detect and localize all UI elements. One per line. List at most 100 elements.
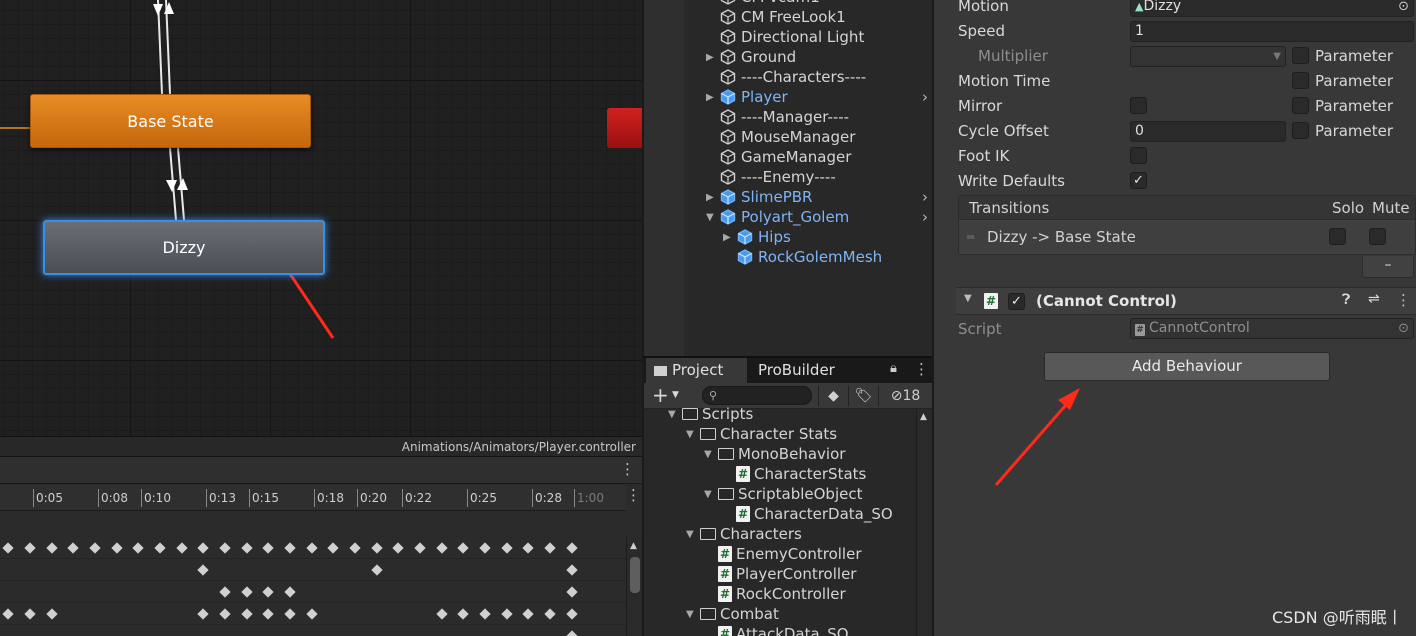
hierarchy-item[interactable]: ----Manager---- <box>706 107 928 127</box>
project-tree-item[interactable]: ▼ ScriptableObject <box>704 484 862 504</box>
keyframe-track[interactable] <box>0 603 626 625</box>
keyframe-diamond[interactable] <box>436 608 448 620</box>
hierarchy-item[interactable]: GameManager <box>706 147 928 167</box>
keyframe-diamond[interactable] <box>544 608 556 620</box>
foldout-arrow-icon[interactable]: ▼ <box>686 429 700 440</box>
keyframe-diamond[interactable] <box>241 586 253 598</box>
keyframe-diamond[interactable] <box>197 564 209 576</box>
filter-by-label-icon[interactable]: 🏷︎ <box>848 386 878 406</box>
hierarchy-item[interactable]: MouseManager <box>706 127 928 147</box>
hierarchy-item[interactable]: ▶ SlimePBR › <box>706 187 928 207</box>
project-tree-item[interactable]: ▼ Combat <box>686 604 779 624</box>
project-tree-item[interactable]: ▼ Character Stats <box>686 424 837 444</box>
foldout-arrow-icon[interactable]: ▼ <box>704 489 718 500</box>
project-tree-item[interactable]: ▼ Characters <box>686 524 802 544</box>
hierarchy-item[interactable]: RockGolemMesh <box>723 247 928 267</box>
filter-by-type-icon[interactable]: ◆ <box>818 386 848 406</box>
keyframe-track[interactable] <box>0 581 626 603</box>
hierarchy-item[interactable]: Directional Light <box>706 27 928 47</box>
hierarchy-item[interactable]: ▶ Ground <box>706 47 928 67</box>
keyframe-diamond[interactable] <box>24 542 36 554</box>
foldout-arrow-icon[interactable]: ▶ <box>706 52 720 63</box>
project-options-icon[interactable]: ⋮ <box>914 360 929 378</box>
project-tree-item[interactable]: ▼ MonoBehavior <box>704 444 845 464</box>
keyframe-diamond[interactable] <box>111 542 123 554</box>
keyframe-diamond[interactable] <box>67 542 79 554</box>
keyframe-diamond[interactable] <box>262 586 274 598</box>
project-search-input[interactable]: ⚲ <box>702 386 812 405</box>
foldout-arrow-icon[interactable]: ▼ <box>686 529 700 540</box>
keyframe-diamond[interactable] <box>262 542 274 554</box>
keyframe-diamond[interactable] <box>306 542 318 554</box>
keyframe-diamond[interactable] <box>197 608 209 620</box>
project-tree-item[interactable]: # AttackData_SO <box>704 624 849 636</box>
project-tree-item[interactable]: ▼ Scripts <box>668 404 753 424</box>
foldout-arrow-icon[interactable]: ▶ <box>723 232 737 243</box>
hierarchy-item[interactable]: ▶ Player › <box>706 87 928 107</box>
lock-icon[interactable]: 🔒︎ <box>890 361 897 376</box>
keyframe-diamond[interactable] <box>414 542 426 554</box>
keyframe-track[interactable] <box>0 625 626 636</box>
keyframe-diamond[interactable] <box>306 608 318 620</box>
foldout-arrow-icon[interactable]: ▼ <box>704 449 718 460</box>
keyframe-track[interactable] <box>0 559 626 581</box>
keyframe-diamond[interactable] <box>457 542 469 554</box>
keyframe-diamond[interactable] <box>219 608 231 620</box>
timeline-scrollbar[interactable]: ▲ <box>626 537 642 636</box>
chevron-right-icon[interactable]: › <box>922 208 928 226</box>
keyframe-track[interactable] <box>0 537 626 559</box>
keyframe-diamond[interactable] <box>176 542 188 554</box>
keyframe-diamond[interactable] <box>522 608 534 620</box>
keyframe-diamond[interactable] <box>241 608 253 620</box>
keyframe-diamond[interactable] <box>284 586 296 598</box>
chevron-right-icon[interactable]: › <box>922 88 928 106</box>
tab-probuilder[interactable]: ProBuilder <box>750 358 843 383</box>
hierarchy-item[interactable]: ----Characters---- <box>706 67 928 87</box>
keyframe-diamond[interactable] <box>479 542 491 554</box>
keyframe-diamond[interactable] <box>392 542 404 554</box>
hierarchy-item[interactable]: ▶ Hips <box>723 227 928 247</box>
animation-timeline[interactable]: ⋮ 0:05 0:08 0:10 0:13 0:15 0:18 0:20 0:2… <box>0 456 642 636</box>
foldout-arrow-icon[interactable]: ▼ <box>686 609 700 620</box>
foldout-arrow-icon[interactable]: ▼ <box>706 212 720 223</box>
state-any-state[interactable] <box>607 108 642 148</box>
keyframe-diamond[interactable] <box>566 608 578 620</box>
project-tree-item[interactable]: # RockController <box>704 584 846 604</box>
keyframe-diamond[interactable] <box>457 608 469 620</box>
hierarchy-item[interactable]: ----Enemy---- <box>706 167 928 187</box>
project-scrollbar[interactable]: ▲ <box>916 409 932 636</box>
keyframe-diamond[interactable] <box>501 608 513 620</box>
tab-project[interactable]: Project <box>646 358 747 383</box>
keyframe-diamond[interactable] <box>46 542 58 554</box>
keyframe-diamond[interactable] <box>522 542 534 554</box>
keyframe-diamond[interactable] <box>2 608 14 620</box>
keyframe-diamond[interactable] <box>284 608 296 620</box>
keyframe-diamond[interactable] <box>2 542 14 554</box>
animator-graph[interactable]: Base State Dizzy <box>0 0 642 436</box>
project-tree-item[interactable]: # PlayerController <box>704 564 856 584</box>
keyframe-diamond[interactable] <box>371 542 383 554</box>
keyframe-diamond[interactable] <box>566 586 578 598</box>
keyframe-diamond[interactable] <box>566 564 578 576</box>
hierarchy-panel[interactable]: CM vcam1 CM FreeLook1 Directional Light ▶ Gr… <box>642 0 932 356</box>
keyframe-diamond[interactable] <box>501 542 513 554</box>
hidden-packages-toggle[interactable]: ⊘18 <box>878 386 932 406</box>
keyframe-diamond[interactable] <box>436 542 448 554</box>
keyframe-diamond[interactable] <box>219 586 231 598</box>
keyframe-diamond[interactable] <box>24 608 36 620</box>
keyframe-diamond[interactable] <box>544 542 556 554</box>
foldout-arrow-icon[interactable]: ▶ <box>706 92 720 103</box>
keyframe-diamond[interactable] <box>284 542 296 554</box>
keyframe-diamond[interactable] <box>349 542 361 554</box>
keyframe-diamond[interactable] <box>219 542 231 554</box>
timeline-ruler[interactable]: 0:05 0:08 0:10 0:13 0:15 0:18 0:20 0:22 … <box>0 485 626 511</box>
keyframe-diamond[interactable] <box>154 542 166 554</box>
project-tree-item[interactable]: # EnemyController <box>704 544 862 564</box>
keyframe-diamond[interactable] <box>371 564 383 576</box>
keyframe-diamond[interactable] <box>327 542 339 554</box>
create-plus-icon[interactable]: + <box>652 383 669 407</box>
create-dropdown-icon[interactable]: ▼ <box>672 390 679 400</box>
inspector-panel[interactable]: Motion ▲Dizzy ⊙ Speed 1 Multiplier ▼ Par… <box>932 0 1416 636</box>
keyframe-diamond[interactable] <box>479 608 491 620</box>
keyframe-diamond[interactable] <box>241 542 253 554</box>
